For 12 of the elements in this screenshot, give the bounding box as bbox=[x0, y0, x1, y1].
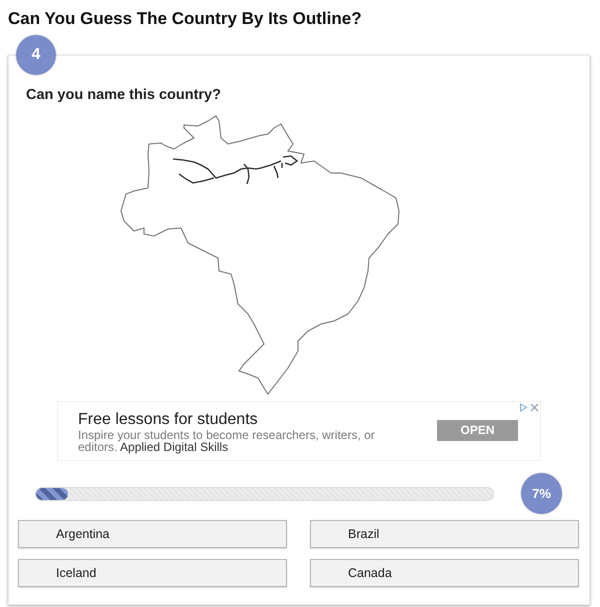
answer-button[interactable]: Iceland bbox=[18, 559, 287, 587]
ad-description: Inspire your students to become researchers, writers, or editors. Applied Digital Skills bbox=[78, 428, 376, 452]
ad-title: Free lessons for students bbox=[78, 410, 258, 428]
page-title: Can You Guess The Country By Its Outline? bbox=[8, 9, 362, 29]
ad-choices-icon[interactable] bbox=[519, 403, 528, 412]
close-icon[interactable] bbox=[530, 403, 539, 412]
question-text: Can you name this country? bbox=[26, 87, 221, 104]
question-number-badge: 4 bbox=[16, 35, 56, 75]
progress-percent-badge: 7% bbox=[521, 473, 562, 514]
answer-button[interactable]: Argentina bbox=[18, 520, 287, 548]
answer-button[interactable]: Brazil bbox=[310, 520, 579, 548]
answer-button[interactable]: Canada bbox=[310, 559, 579, 587]
